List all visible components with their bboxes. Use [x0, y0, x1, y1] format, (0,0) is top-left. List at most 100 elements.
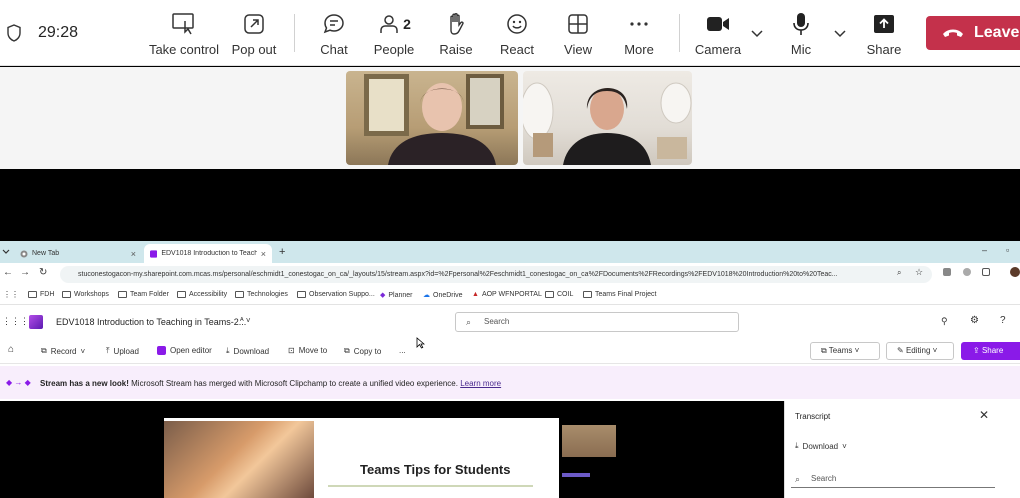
- transcript-panel: Transcript ✕ ⤓ Download ˅ ⌕ Search: [784, 401, 1000, 498]
- download-command[interactable]: ⤓ Download: [226, 346, 269, 356]
- bookmark-label: OneDrive: [433, 291, 463, 299]
- help-icon[interactable]: ?: [1000, 315, 1006, 326]
- slide-photo: [164, 421, 314, 498]
- stream-to-clipchamp-icon: ◆ → ◆: [6, 378, 31, 387]
- aop-icon: ▲: [472, 291, 479, 298]
- new-tab-plus-icon[interactable]: +: [279, 246, 285, 258]
- presenter-name-tag: [562, 473, 590, 477]
- close-tab-icon[interactable]: ×: [131, 249, 136, 259]
- open-editor-command[interactable]: Open editor: [157, 346, 212, 355]
- take-control-button[interactable]: Take control: [146, 10, 222, 60]
- learn-more-link[interactable]: Learn more: [460, 379, 501, 388]
- bookmark[interactable]: ◆ Planner: [380, 291, 413, 300]
- bookmark-label: Planner: [388, 291, 413, 299]
- clipchamp-icon: [157, 346, 166, 355]
- minimize-icon[interactable]: –: [982, 245, 987, 255]
- mic-button[interactable]: Mic: [765, 10, 837, 60]
- bookmark[interactable]: ☁ OneDrive: [423, 291, 463, 300]
- editing-mode-button[interactable]: ✎ Editing ˅: [886, 342, 954, 360]
- browser-tab-active[interactable]: EDV1018 Introduction to Teachi... ×: [144, 244, 272, 263]
- pop-out-button[interactable]: Pop out: [220, 10, 288, 60]
- take-control-icon: [146, 10, 222, 38]
- close-icon[interactable]: ✕: [979, 408, 989, 422]
- folder-icon: [545, 291, 554, 298]
- record-command[interactable]: ⧉ Record ˅: [41, 346, 85, 356]
- pencil-icon: ✎: [897, 346, 906, 355]
- title-options-chevron-down-icon[interactable]: ᴬ ˅: [240, 316, 251, 325]
- screen: 29:28 Take control Pop out Chat 2 People…: [0, 0, 1020, 498]
- copilot-icon[interactable]: ⚲: [941, 316, 948, 327]
- command-label: Record: [50, 346, 77, 356]
- share-icon: ⇪: [973, 346, 982, 355]
- camera-button[interactable]: Camera: [682, 10, 754, 60]
- bookmark[interactable]: Accessibility: [177, 291, 227, 298]
- browser-tab[interactable]: New Tab ×: [14, 244, 142, 263]
- toolbar-divider: [679, 14, 680, 52]
- bookmark-label: Teams Final Project: [595, 291, 657, 298]
- extension-icon[interactable]: [963, 268, 971, 276]
- transcript-download-button[interactable]: ⤓ Download ˅: [795, 441, 847, 451]
- bookmark[interactable]: Observation Suppo...: [297, 291, 375, 298]
- video-player[interactable]: Teams Tips for Students: [0, 401, 784, 498]
- move-to-icon: ⊡: [288, 346, 295, 355]
- bookmark[interactable]: COIL: [545, 291, 573, 298]
- teams-button[interactable]: ⧉ Teams ˅: [810, 342, 880, 360]
- command-label: Upload: [113, 346, 139, 356]
- share-content-button[interactable]: Share: [848, 10, 920, 60]
- mic-options-chevron-down-icon[interactable]: [833, 26, 847, 40]
- participant-video-tile[interactable]: [523, 71, 692, 165]
- chevron-down-icon: ˅: [80, 346, 86, 356]
- camera-options-chevron-down-icon[interactable]: [750, 26, 764, 40]
- pop-out-icon: [220, 10, 288, 38]
- folder-icon: [583, 291, 592, 298]
- stream-search-box[interactable]: ⌕ Search: [455, 312, 739, 332]
- upload-command[interactable]: ⤒ Upload: [106, 346, 139, 356]
- folder-icon: [297, 291, 306, 298]
- forward-arrow-icon[interactable]: →: [20, 267, 30, 278]
- bookmark[interactable]: Workshops: [62, 291, 109, 298]
- bookmark[interactable]: Team Folder: [118, 291, 169, 298]
- bookmark[interactable]: Technologies: [235, 291, 288, 298]
- bookmark-label: FDH: [40, 291, 55, 298]
- bookmark[interactable]: Teams Final Project: [583, 291, 656, 298]
- bookmark[interactable]: FDH: [28, 291, 54, 298]
- share-file-label: Share: [981, 346, 1004, 355]
- bookmark-star-icon[interactable]: ☆: [915, 267, 923, 278]
- command-label: Move to: [298, 346, 328, 355]
- banner-text: Stream has a new look! Microsoft Stream …: [40, 379, 501, 388]
- extension-icon[interactable]: [943, 268, 951, 276]
- search-icon: ⌕: [795, 474, 801, 484]
- chevron-down-icon: ˅: [842, 441, 847, 451]
- pop-out-label: Pop out: [231, 42, 277, 57]
- shared-browser-window: New Tab × EDV1018 Introduction to Teachi…: [0, 241, 1020, 498]
- participant-video-tile[interactable]: [346, 71, 518, 165]
- back-arrow-icon[interactable]: ←: [3, 267, 13, 278]
- more-commands-button[interactable]: ...: [399, 346, 406, 355]
- video-gallery: [0, 67, 1020, 169]
- zoom-icon[interactable]: ⌕: [897, 268, 901, 278]
- app-launcher-waffle-icon[interactable]: ⋮⋮⋮: [2, 316, 29, 327]
- close-tab-icon[interactable]: ×: [261, 249, 266, 259]
- copy-to-command[interactable]: ⧉ Copy to: [344, 346, 381, 356]
- gear-icon[interactable]: ⚙: [970, 315, 979, 326]
- command-label: Copy to: [353, 346, 382, 356]
- reload-icon[interactable]: ↻: [39, 267, 47, 278]
- apps-grid-icon[interactable]: ⋮⋮: [3, 290, 19, 299]
- share-file-button[interactable]: ⇪ Share: [961, 342, 1020, 360]
- video-file-title[interactable]: EDV1018 Introduction to Teaching in Team…: [56, 317, 246, 327]
- maximize-icon[interactable]: ▫: [1006, 245, 1009, 255]
- address-bar[interactable]: stuconestogacon-my.sharepoint.com.mcas.m…: [60, 266, 932, 283]
- tab-search-chevron-down-icon[interactable]: [2, 249, 10, 255]
- extensions-puzzle-icon[interactable]: [982, 268, 990, 276]
- browser-tab-label: EDV1018 Introduction to Teachi...: [161, 250, 257, 257]
- move-to-command[interactable]: ⊡ Move to: [288, 346, 327, 355]
- more-button[interactable]: More: [603, 10, 675, 60]
- toolbar-divider: [294, 14, 295, 52]
- home-icon[interactable]: ⌂: [8, 344, 14, 355]
- transcript-search-input[interactable]: ⌕ Search: [791, 470, 995, 488]
- profile-avatar[interactable]: [1010, 267, 1020, 277]
- mouse-cursor-icon: [416, 337, 425, 349]
- bookmark[interactable]: ▲ AOP WFNPORTAL: [472, 291, 542, 298]
- leave-button[interactable]: Leave: [926, 16, 1020, 50]
- stream-search-placeholder: Search: [484, 317, 510, 326]
